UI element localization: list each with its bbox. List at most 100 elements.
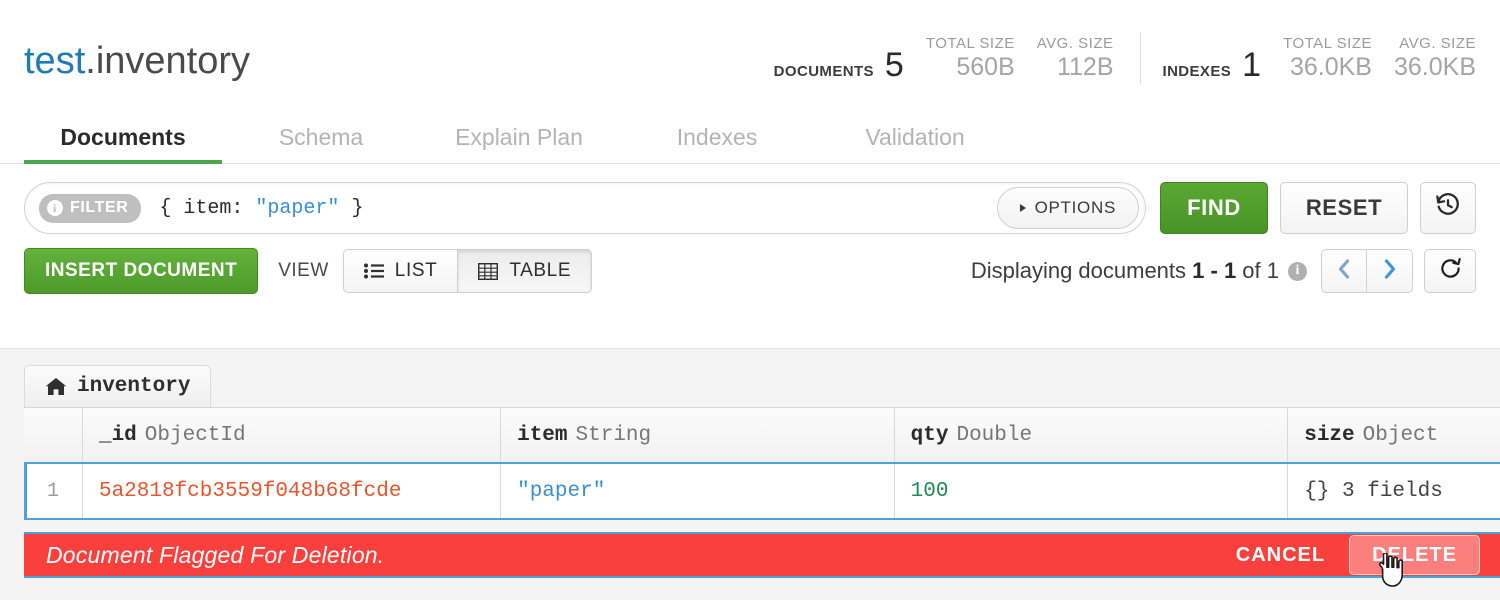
query-bar-section: i FILTER { item: "paper" } OPTIONS FIND … bbox=[0, 164, 1500, 234]
indexes-stat: INDEXES 1 bbox=[1163, 48, 1262, 82]
collection-stats: DOCUMENTS 5 TOTAL SIZE 560B AVG. SIZE 11… bbox=[774, 26, 1476, 88]
documents-avg-size-label: AVG. SIZE bbox=[1037, 34, 1114, 53]
tab-validation[interactable]: Validation bbox=[816, 124, 1014, 163]
column-header-id-type: ObjectId bbox=[145, 424, 246, 447]
documents-avg-size: AVG. SIZE 112B bbox=[1037, 34, 1114, 82]
documents-stat-group: DOCUMENTS 5 TOTAL SIZE 560B AVG. SIZE 11… bbox=[774, 34, 1114, 88]
find-button[interactable]: FIND bbox=[1160, 182, 1268, 234]
table-header-row: _id ObjectId item String qty Double sizeObj… bbox=[24, 408, 1500, 462]
indexes-avg-size-label: AVG. SIZE bbox=[1394, 34, 1476, 53]
list-icon bbox=[364, 263, 384, 279]
cell-item[interactable]: "paper" bbox=[501, 464, 895, 518]
collection-title: test.inventory bbox=[24, 42, 250, 80]
column-header-item-name: item bbox=[517, 424, 567, 447]
refresh-documents-button[interactable] bbox=[1424, 249, 1476, 293]
delete-banner-message: Document Flagged For Deletion. bbox=[46, 542, 384, 569]
filter-badge-label: FILTER bbox=[70, 199, 128, 217]
breadcrumb: inventory bbox=[0, 365, 1500, 407]
pagination-range: 1 - 1 bbox=[1192, 258, 1236, 283]
column-header-qty-type: Double bbox=[956, 424, 1032, 447]
cancel-delete-button[interactable]: CANCEL bbox=[1218, 544, 1343, 567]
query-close: } bbox=[339, 197, 363, 220]
column-header-rownum bbox=[24, 408, 83, 462]
documents-stat-label: DOCUMENTS bbox=[774, 63, 874, 80]
view-list-button[interactable]: LIST bbox=[343, 249, 459, 293]
indexes-total-size-label: TOTAL SIZE bbox=[1283, 34, 1372, 53]
stats-divider bbox=[1140, 32, 1141, 84]
column-header-item[interactable]: item String bbox=[501, 408, 895, 462]
previous-page-button[interactable] bbox=[1321, 249, 1367, 293]
column-header-qty[interactable]: qty Double bbox=[895, 408, 1289, 462]
documents-total-size-value: 560B bbox=[926, 53, 1015, 82]
indexes-stat-group: INDEXES 1 TOTAL SIZE 36.0KB AVG. SIZE 36… bbox=[1163, 34, 1477, 88]
column-header-id[interactable]: _id ObjectId bbox=[83, 408, 501, 462]
query-string-value: "paper" bbox=[255, 197, 339, 220]
tab-schema[interactable]: Schema bbox=[222, 124, 420, 163]
row-number: 1 bbox=[24, 464, 83, 518]
collection-name: inventory bbox=[96, 40, 250, 82]
refresh-icon bbox=[1439, 257, 1462, 285]
info-icon: i bbox=[47, 200, 63, 216]
view-toggle-group: LIST TABLE bbox=[343, 249, 592, 293]
filter-query-text: { item: "paper" } bbox=[159, 197, 363, 220]
title-separator: . bbox=[85, 40, 96, 82]
table-row[interactable]: 1 5a2818fcb3559f048b68fcde "paper" 100 {… bbox=[24, 462, 1500, 520]
query-open: { item: bbox=[159, 197, 255, 220]
documents-toolbar: INSERT DOCUMENT VIEW LIST bbox=[0, 234, 1500, 310]
documents-total-size-label: TOTAL SIZE bbox=[926, 34, 1015, 53]
pagination-prefix: Displaying documents bbox=[971, 258, 1192, 283]
insert-document-button[interactable]: INSERT DOCUMENT bbox=[24, 248, 258, 294]
pagination-area: Displaying documents 1 - 1 of 1 i bbox=[971, 249, 1476, 293]
indexes-stat-label: INDEXES bbox=[1163, 63, 1232, 80]
view-list-label: LIST bbox=[395, 260, 438, 282]
documents-grid: _id ObjectId item String qty Double sizeObj… bbox=[24, 407, 1500, 520]
confirm-delete-button[interactable]: DELETE bbox=[1349, 535, 1480, 575]
table-grid-icon bbox=[478, 263, 498, 280]
chevron-left-icon bbox=[1336, 258, 1352, 285]
documents-stat: DOCUMENTS 5 bbox=[774, 48, 904, 82]
column-header-item-type: String bbox=[576, 424, 652, 447]
delete-confirmation-banner: Document Flagged For Deletion. CANCEL DE… bbox=[24, 532, 1500, 578]
documents-table-area: inventory _id ObjectId item String qty Doub… bbox=[0, 348, 1500, 600]
documents-total-size: TOTAL SIZE 560B bbox=[926, 34, 1015, 82]
chevron-right-icon bbox=[1382, 258, 1398, 285]
breadcrumb-label: inventory bbox=[77, 375, 190, 398]
cell-id[interactable]: 5a2818fcb3559f048b68fcde bbox=[83, 464, 501, 518]
documents-avg-size-value: 112B bbox=[1037, 53, 1114, 82]
column-header-size[interactable]: sizeObject bbox=[1288, 408, 1500, 462]
cell-id-value: 5a2818fcb3559f048b68fcde bbox=[99, 480, 401, 503]
options-button[interactable]: OPTIONS bbox=[997, 187, 1139, 229]
cell-size[interactable]: {} 3 fields bbox=[1288, 464, 1500, 518]
query-history-button[interactable] bbox=[1420, 182, 1476, 234]
view-table-label: TABLE bbox=[509, 260, 571, 282]
filter-input[interactable]: i FILTER { item: "paper" } OPTIONS bbox=[24, 182, 1146, 234]
breadcrumb-item-root[interactable]: inventory bbox=[24, 365, 211, 407]
pagination-suffix: of 1 bbox=[1236, 258, 1279, 283]
column-header-qty-name: qty bbox=[911, 424, 949, 447]
documents-stat-value: 5 bbox=[885, 48, 904, 82]
cell-item-value: "paper" bbox=[517, 480, 605, 503]
mongodb-compass-window: test.inventory DOCUMENTS 5 TOTAL SIZE 56… bbox=[0, 0, 1500, 600]
indexes-avg-size: AVG. SIZE 36.0KB bbox=[1394, 34, 1476, 82]
tab-explain-plan[interactable]: Explain Plan bbox=[420, 124, 618, 163]
pagination-info-icon[interactable]: i bbox=[1288, 262, 1307, 281]
pagination-nav-group bbox=[1321, 249, 1413, 293]
filter-badge[interactable]: i FILTER bbox=[39, 194, 141, 223]
chevron-right-icon bbox=[1020, 204, 1026, 212]
indexes-total-size: TOTAL SIZE 36.0KB bbox=[1283, 34, 1372, 82]
home-icon bbox=[45, 377, 67, 396]
column-header-size-type: Object bbox=[1363, 424, 1439, 447]
tab-documents[interactable]: Documents bbox=[24, 124, 222, 163]
view-table-button[interactable]: TABLE bbox=[458, 249, 592, 293]
indexes-total-size-value: 36.0KB bbox=[1283, 53, 1372, 82]
cell-qty[interactable]: 100 bbox=[895, 464, 1289, 518]
view-label: VIEW bbox=[278, 260, 329, 282]
reset-button[interactable]: RESET bbox=[1280, 182, 1408, 234]
indexes-avg-size-value: 36.0KB bbox=[1394, 53, 1476, 82]
next-page-button[interactable] bbox=[1367, 249, 1413, 293]
indexes-stat-value: 1 bbox=[1242, 48, 1261, 82]
column-header-id-name: _id bbox=[99, 424, 137, 447]
cell-size-value: {} 3 fields bbox=[1304, 480, 1443, 503]
tab-indexes[interactable]: Indexes bbox=[618, 124, 816, 163]
collection-tabs: Documents Schema Explain Plan Indexes Va… bbox=[0, 106, 1500, 164]
